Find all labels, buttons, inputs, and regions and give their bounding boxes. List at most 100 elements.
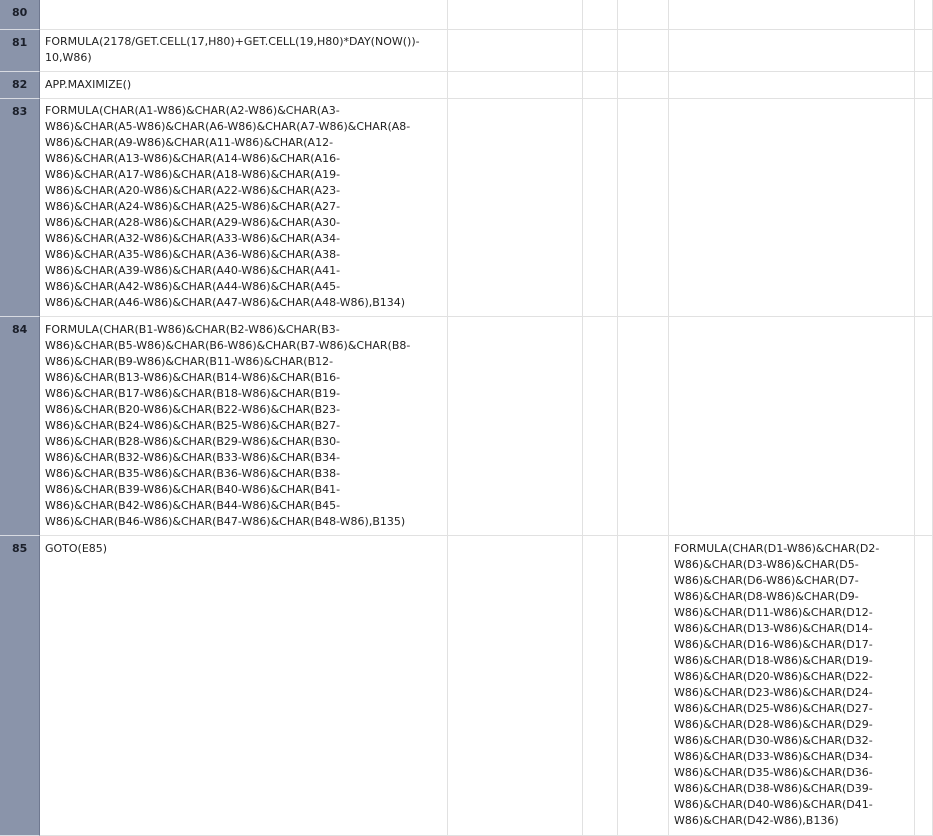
cell-line: W86)&CHAR(B46-W86)&CHAR(B47-W86)&CHAR(B4…: [45, 515, 406, 528]
cell-a80[interactable]: [40, 0, 448, 30]
cell-b80[interactable]: [448, 0, 583, 30]
cell-d85[interactable]: [618, 536, 669, 836]
cell-line: W86)&CHAR(B13-W86)&CHAR(B14-W86)&CHAR(B1…: [45, 371, 341, 384]
cell-e81[interactable]: [669, 30, 915, 72]
cell-line: W86)&CHAR(D16-W86)&CHAR(D17-: [674, 638, 873, 651]
cell-b85[interactable]: [448, 536, 583, 836]
cell-line: W86)&CHAR(B9-W86)&CHAR(B11-W86)&CHAR(B12…: [45, 355, 334, 368]
sheet-row-81: 81 FORMULA(2178/GET.CELL(17,H80)+GET.CEL…: [0, 30, 933, 72]
row-number: 83: [12, 105, 28, 118]
cell-c85[interactable]: [583, 536, 618, 836]
cell-line: FORMULA(2178/GET.CELL(17,H80)+GET.CELL(1…: [45, 35, 420, 48]
cell-line: W86)&CHAR(D20-W86)&CHAR(D22-: [674, 670, 873, 683]
row-header-80[interactable]: 80: [0, 0, 40, 30]
cell-line: W86)&CHAR(D33-W86)&CHAR(D34-: [674, 750, 873, 763]
cell-c81[interactable]: [583, 30, 618, 72]
cell-d82[interactable]: [618, 72, 669, 99]
sheet-row-80: 80: [0, 0, 933, 30]
cell-d81[interactable]: [618, 30, 669, 72]
cell-a83-text: FORMULA(CHAR(A1-W86)&CHAR(A2-W86)&CHAR(A…: [45, 103, 410, 311]
cell-a85[interactable]: GOTO(E85): [40, 536, 448, 836]
cell-a81[interactable]: FORMULA(2178/GET.CELL(17,H80)+GET.CELL(1…: [40, 30, 448, 72]
cell-line: FORMULA(CHAR(A1-W86)&CHAR(A2-W86)&CHAR(A…: [45, 104, 340, 117]
row-header-82[interactable]: 82: [0, 72, 40, 99]
cell-c80[interactable]: [583, 0, 618, 30]
cell-a83[interactable]: FORMULA(CHAR(A1-W86)&CHAR(A2-W86)&CHAR(A…: [40, 99, 448, 317]
cell-line: W86)&CHAR(D18-W86)&CHAR(D19-: [674, 654, 873, 667]
row-header-85[interactable]: 85: [0, 536, 40, 836]
cell-line: W86)&CHAR(D40-W86)&CHAR(D41-: [674, 798, 873, 811]
sheet-row-85: 85 GOTO(E85) FORMULA(CHAR(D1-W86)&CHAR(D…: [0, 536, 933, 836]
cell-line: W86)&CHAR(A9-W86)&CHAR(A11-W86)&CHAR(A12…: [45, 136, 334, 149]
cell-f82[interactable]: [915, 72, 933, 99]
cell-b84[interactable]: [448, 317, 583, 536]
cell-b81[interactable]: [448, 30, 583, 72]
cell-e84[interactable]: [669, 317, 915, 536]
cell-line: W86)&CHAR(D42-W86),B136): [674, 814, 839, 827]
cell-line: W86)&CHAR(A5-W86)&CHAR(A6-W86)&CHAR(A7-W…: [45, 120, 411, 133]
cell-line: W86)&CHAR(D6-W86)&CHAR(D7-: [674, 574, 859, 587]
cell-e85[interactable]: FORMULA(CHAR(D1-W86)&CHAR(D2- W86)&CHAR(…: [669, 536, 915, 836]
cell-line: W86)&CHAR(D30-W86)&CHAR(D32-: [674, 734, 873, 747]
cell-line: W86)&CHAR(A13-W86)&CHAR(A14-W86)&CHAR(A1…: [45, 152, 341, 165]
cell-line: W86)&CHAR(A42-W86)&CHAR(A44-W86)&CHAR(A4…: [45, 280, 341, 293]
cell-line: W86)&CHAR(B5-W86)&CHAR(B6-W86)&CHAR(B7-W…: [45, 339, 411, 352]
row-number: 80: [12, 6, 28, 19]
cell-line: W86)&CHAR(A35-W86)&CHAR(A36-W86)&CHAR(A3…: [45, 248, 341, 261]
cell-c84[interactable]: [583, 317, 618, 536]
cell-line: W86)&CHAR(D13-W86)&CHAR(D14-: [674, 622, 873, 635]
cell-line: W86)&CHAR(A17-W86)&CHAR(A18-W86)&CHAR(A1…: [45, 168, 341, 181]
cell-line: APP.MAXIMIZE(): [45, 78, 132, 91]
row-number: 82: [12, 78, 28, 91]
cell-f85[interactable]: [915, 536, 933, 836]
cell-line: W86)&CHAR(D38-W86)&CHAR(D39-: [674, 782, 873, 795]
cell-b83[interactable]: [448, 99, 583, 317]
cell-e85-text: FORMULA(CHAR(D1-W86)&CHAR(D2- W86)&CHAR(…: [674, 541, 879, 829]
cell-a85-text: GOTO(E85): [45, 541, 107, 557]
cell-line: W86)&CHAR(A20-W86)&CHAR(A22-W86)&CHAR(A2…: [45, 184, 341, 197]
cell-b82[interactable]: [448, 72, 583, 99]
cell-f81[interactable]: [915, 30, 933, 72]
cell-d84[interactable]: [618, 317, 669, 536]
sheet-row-83: 83 FORMULA(CHAR(A1-W86)&CHAR(A2-W86)&CHA…: [0, 99, 933, 317]
cell-line: W86)&CHAR(B20-W86)&CHAR(B22-W86)&CHAR(B2…: [45, 403, 341, 416]
cell-line: W86)&CHAR(D35-W86)&CHAR(D36-: [674, 766, 873, 779]
cell-line: W86)&CHAR(D11-W86)&CHAR(D12-: [674, 606, 873, 619]
cell-line: W86)&CHAR(B24-W86)&CHAR(B25-W86)&CHAR(B2…: [45, 419, 341, 432]
cell-line: W86)&CHAR(D28-W86)&CHAR(D29-: [674, 718, 873, 731]
cell-a82[interactable]: APP.MAXIMIZE(): [40, 72, 448, 99]
cell-c83[interactable]: [583, 99, 618, 317]
row-header-84[interactable]: 84: [0, 317, 40, 536]
row-number: 85: [12, 542, 28, 555]
cell-f83[interactable]: [915, 99, 933, 317]
row-number: 81: [12, 36, 28, 49]
cell-c82[interactable]: [583, 72, 618, 99]
cell-a84[interactable]: FORMULA(CHAR(B1-W86)&CHAR(B2-W86)&CHAR(B…: [40, 317, 448, 536]
cell-e80[interactable]: [669, 0, 915, 30]
cell-a81-text: FORMULA(2178/GET.CELL(17,H80)+GET.CELL(1…: [45, 34, 420, 66]
cell-f84[interactable]: [915, 317, 933, 536]
cell-e83[interactable]: [669, 99, 915, 317]
cell-line: W86)&CHAR(A46-W86)&CHAR(A47-W86)&CHAR(A4…: [45, 296, 406, 309]
cell-line: W86)&CHAR(D25-W86)&CHAR(D27-: [674, 702, 873, 715]
cell-line: W86)&CHAR(D3-W86)&CHAR(D5-: [674, 558, 859, 571]
cell-f80[interactable]: [915, 0, 933, 30]
cell-e82[interactable]: [669, 72, 915, 99]
cell-line: W86)&CHAR(A28-W86)&CHAR(A29-W86)&CHAR(A3…: [45, 216, 341, 229]
cell-line: W86)&CHAR(B32-W86)&CHAR(B33-W86)&CHAR(B3…: [45, 451, 341, 464]
cell-line: FORMULA(CHAR(B1-W86)&CHAR(B2-W86)&CHAR(B…: [45, 323, 340, 336]
cell-line: W86)&CHAR(B35-W86)&CHAR(B36-W86)&CHAR(B3…: [45, 467, 341, 480]
row-header-81[interactable]: 81: [0, 30, 40, 72]
cell-line: 10,W86): [45, 51, 92, 64]
sheet-row-82: 82 APP.MAXIMIZE(): [0, 72, 933, 99]
cell-line: W86)&CHAR(A32-W86)&CHAR(A33-W86)&CHAR(A3…: [45, 232, 341, 245]
cell-line: FORMULA(CHAR(D1-W86)&CHAR(D2-: [674, 542, 880, 555]
cell-line: W86)&CHAR(B39-W86)&CHAR(B40-W86)&CHAR(B4…: [45, 483, 341, 496]
cell-line: W86)&CHAR(B28-W86)&CHAR(B29-W86)&CHAR(B3…: [45, 435, 341, 448]
spreadsheet-grid: 80 81 FORMULA(2178/GET.CELL(17,H80)+GET.…: [0, 0, 933, 836]
row-header-83[interactable]: 83: [0, 99, 40, 317]
cell-line: GOTO(E85): [45, 542, 108, 555]
cell-d83[interactable]: [618, 99, 669, 317]
cell-d80[interactable]: [618, 0, 669, 30]
cell-a82-text: APP.MAXIMIZE(): [45, 77, 131, 93]
